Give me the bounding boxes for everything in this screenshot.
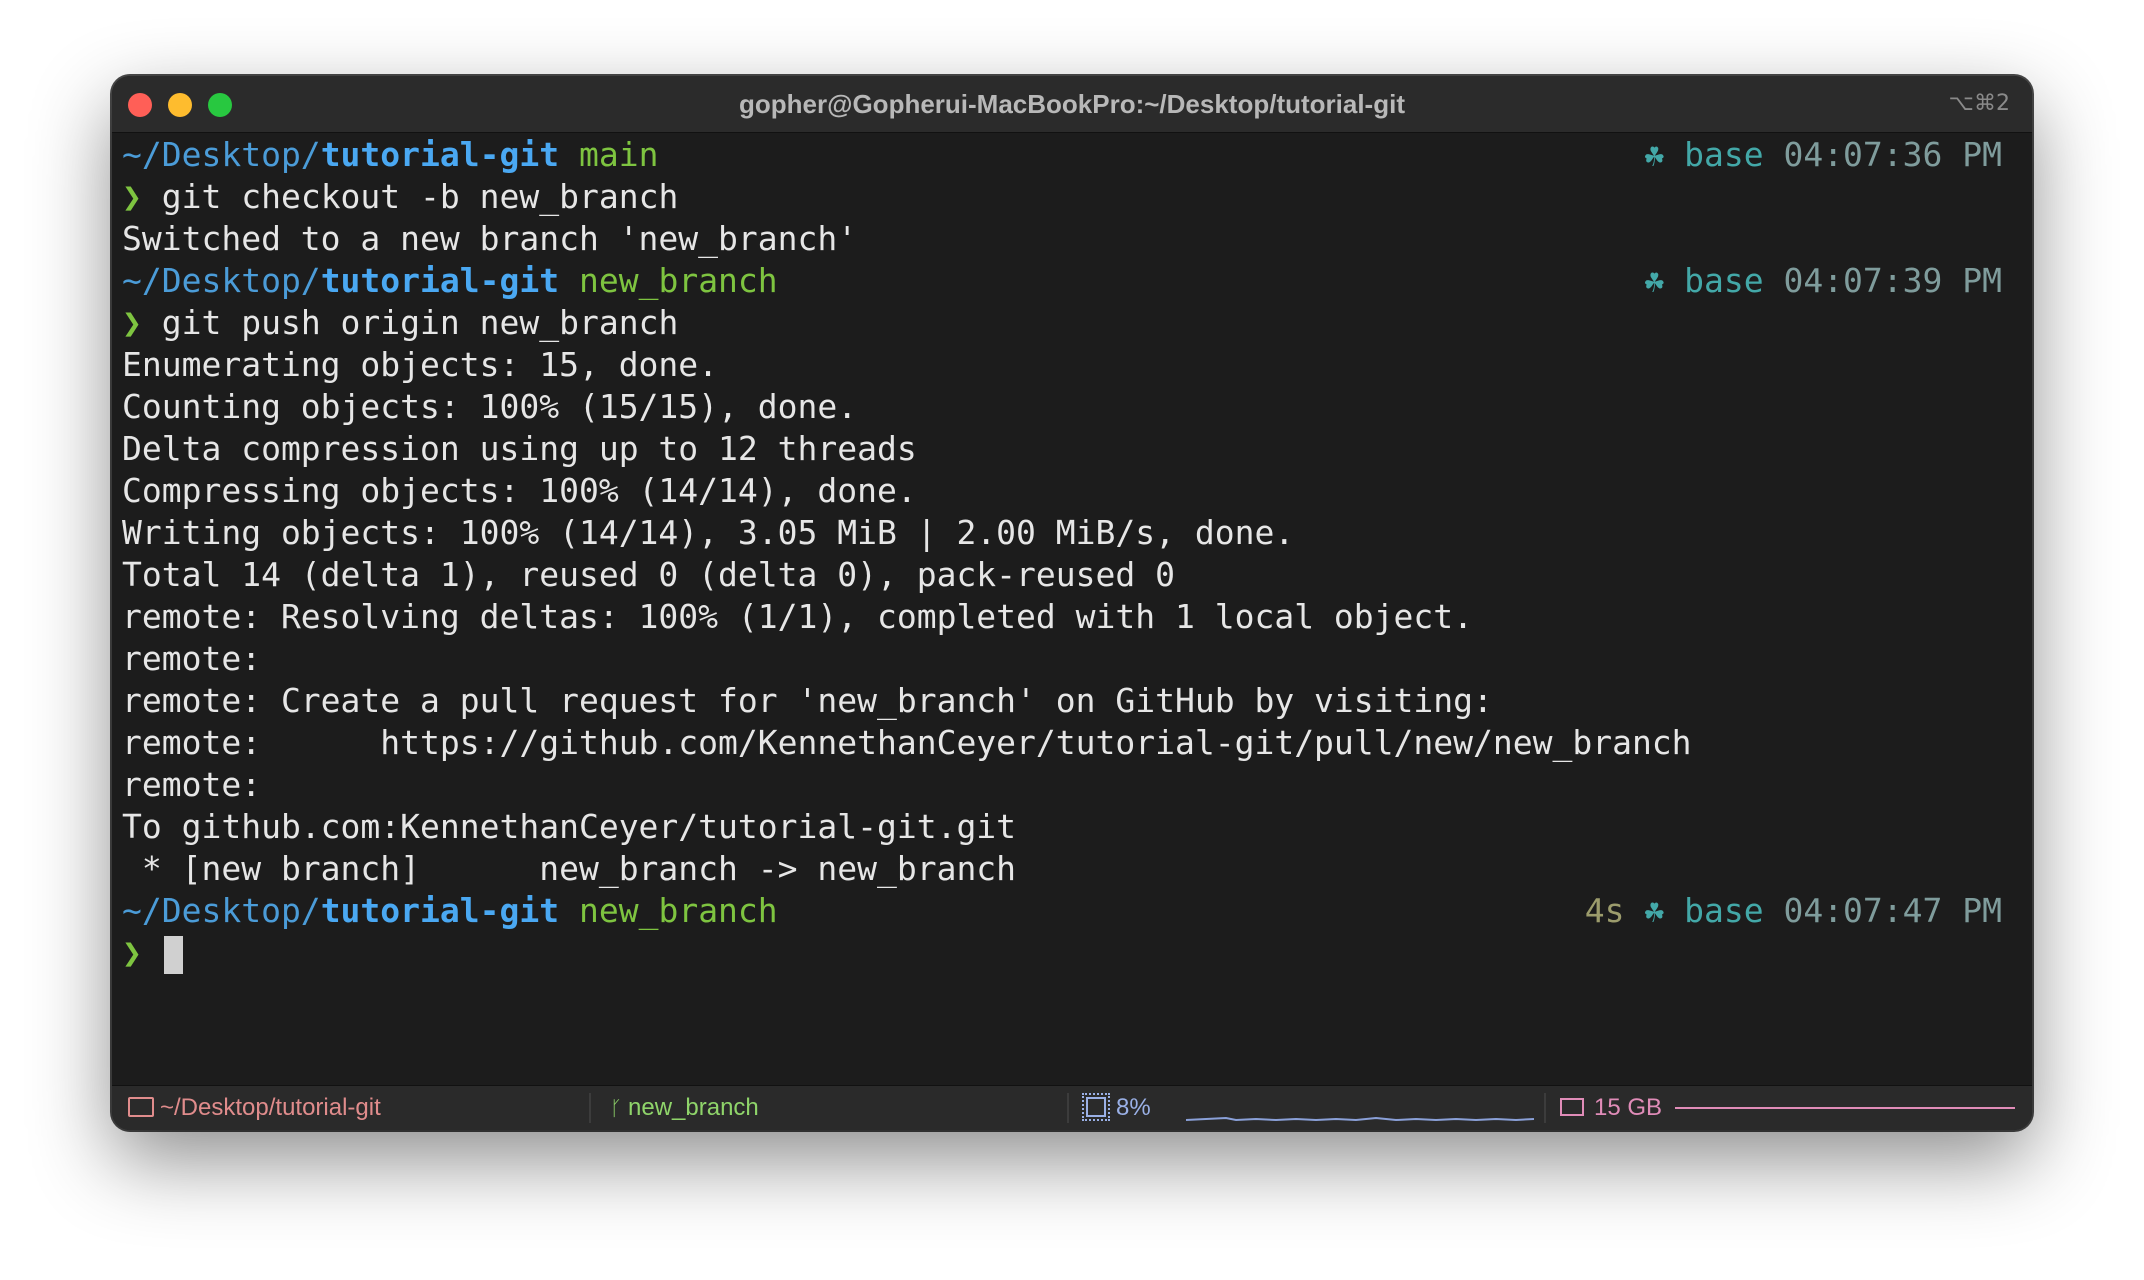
text-cursor bbox=[163, 935, 183, 974]
window-shortcut: ⌥⌘2 bbox=[1948, 91, 2010, 116]
conda-env: base bbox=[1684, 261, 1764, 300]
python-icon: ☘ bbox=[1644, 261, 1665, 300]
git-branch-icon: ᚴ bbox=[610, 1096, 622, 1120]
prompt-path: ~/Desktop/ bbox=[122, 891, 321, 930]
output-line: Enumerating objects: 15, done. bbox=[122, 345, 719, 384]
status-path-label: ~/Desktop/tutorial-git bbox=[160, 1094, 381, 1121]
prompt-header: ~/Desktop/tutorial-git new_branch 4s ☘ ba… bbox=[122, 890, 2032, 932]
prompt-path: ~/Desktop/ bbox=[122, 135, 321, 174]
window-title: gopher@Gopherui-MacBookPro:~/Desktop/tut… bbox=[739, 89, 1405, 119]
cpu-usage-graph bbox=[1186, 1116, 1534, 1122]
output-line: remote: bbox=[122, 765, 262, 804]
prompt-path: ~/Desktop/ bbox=[122, 261, 321, 300]
command-line[interactable]: ❯ git checkout -b new_branch bbox=[122, 176, 2032, 218]
status-cpu: 8% bbox=[1082, 1086, 1151, 1130]
status-separator bbox=[589, 1093, 591, 1123]
prompt-time: 04:07:39 PM bbox=[1783, 261, 2002, 300]
prompt-char: ❯ bbox=[122, 933, 142, 972]
command-line[interactable]: ❯ git push origin new_branch bbox=[122, 302, 2032, 344]
terminal-output[interactable]: ~/Desktop/tutorial-git main ☘ base 04:07:… bbox=[122, 132, 2032, 1052]
status-memory-label: 15 GB bbox=[1594, 1094, 1663, 1121]
status-memory: 15 GB bbox=[1560, 1086, 1662, 1130]
status-separator bbox=[1067, 1093, 1069, 1123]
prompt-branch: main bbox=[578, 135, 659, 174]
prompt-branch: new_branch bbox=[578, 891, 778, 930]
prompt-header: ~/Desktop/tutorial-git new_branch ☘ base … bbox=[122, 260, 2032, 302]
output-line: Counting objects: 100% (15/15), done. bbox=[122, 387, 858, 426]
title-bar[interactable]: gopher@Gopherui-MacBookPro:~/Desktop/tut… bbox=[112, 76, 2032, 133]
command-text: git push origin new_branch bbox=[161, 303, 679, 342]
cpu-icon bbox=[1082, 1092, 1110, 1121]
prompt-right-info: ☘ base 04:07:36 PM bbox=[1644, 134, 2002, 176]
prompt-header: ~/Desktop/tutorial-git main ☘ base 04:07:… bbox=[122, 134, 2032, 176]
output-line: To github.com:KennethanCeyer/tutorial-gi… bbox=[122, 807, 1017, 846]
status-branch: ᚴ new_branch bbox=[610, 1086, 759, 1130]
status-bar: ~/Desktop/tutorial-git ᚴ new_branch 8% 15… bbox=[112, 1085, 2032, 1130]
prompt-time: 04:07:47 PM bbox=[1783, 891, 2002, 930]
terminal-window: gopher@Gopherui-MacBookPro:~/Desktop/tut… bbox=[112, 76, 2032, 1130]
output-line: Writing objects: 100% (14/14), 3.05 MiB … bbox=[122, 513, 1295, 552]
command-duration: 4s bbox=[1584, 891, 1625, 930]
output-line: remote: Resolving deltas: 100% (1/1), co… bbox=[122, 597, 1474, 636]
prompt-repo: tutorial-git bbox=[320, 261, 560, 300]
output-line: Compressing objects: 100% (14/14), done. bbox=[122, 471, 917, 510]
conda-env: base bbox=[1684, 891, 1764, 930]
prompt-time: 04:07:36 PM bbox=[1783, 135, 2002, 174]
prompt-right-info: ☘ base 04:07:39 PM bbox=[1644, 260, 2002, 302]
status-branch-label: new_branch bbox=[628, 1094, 759, 1121]
prompt-char: ❯ bbox=[122, 177, 142, 216]
python-icon: ☘ bbox=[1644, 891, 1665, 930]
output-line: Delta compression using up to 12 threads bbox=[122, 429, 917, 468]
memory-icon bbox=[1560, 1097, 1584, 1116]
folder-icon bbox=[128, 1096, 154, 1117]
prompt-branch: new_branch bbox=[578, 261, 778, 300]
output-line: remote: bbox=[122, 639, 262, 678]
conda-env: base bbox=[1684, 135, 1764, 174]
python-icon: ☘ bbox=[1644, 135, 1665, 174]
command-line[interactable]: ❯ bbox=[122, 932, 2032, 974]
output-line: * [new branch] new_branch -> new_branch bbox=[122, 849, 1017, 888]
output-line: Switched to a new branch 'new_branch' bbox=[122, 219, 858, 258]
output-line: Total 14 (delta 1), reused 0 (delta 0), … bbox=[122, 555, 1175, 594]
status-separator bbox=[1544, 1093, 1546, 1123]
prompt-repo: tutorial-git bbox=[320, 135, 560, 174]
status-cpu-label: 8% bbox=[1116, 1094, 1151, 1121]
prompt-right-info: 4s ☘ base 04:07:47 PM bbox=[1585, 890, 2002, 932]
status-path: ~/Desktop/tutorial-git bbox=[128, 1086, 381, 1130]
memory-usage-bar bbox=[1675, 1107, 2015, 1109]
command-text: git checkout -b new_branch bbox=[161, 177, 679, 216]
output-line: remote: https://github.com/KennethanCeye… bbox=[122, 723, 1692, 762]
prompt-char: ❯ bbox=[122, 303, 142, 342]
prompt-repo: tutorial-git bbox=[320, 891, 560, 930]
output-line: remote: Create a pull request for 'new_b… bbox=[122, 681, 1493, 720]
